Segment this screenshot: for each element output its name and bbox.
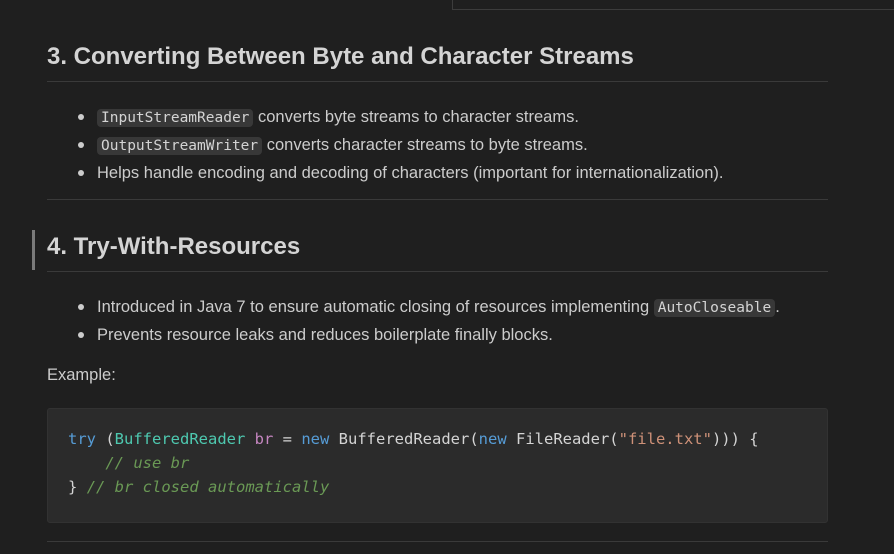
top-panel-edge: [452, 0, 894, 10]
code-keyword: new: [301, 430, 330, 448]
horizontal-rule: [47, 541, 828, 542]
inline-code: InputStreamReader: [97, 109, 254, 127]
bullet-text: converts character streams to byte strea…: [262, 136, 588, 154]
section-heading-converting-streams: 3. Converting Between Byte and Character…: [47, 42, 828, 82]
list-item: Helps handle encoding and decoding of ch…: [47, 159, 847, 187]
bullet-text: Helps handle encoding and decoding of ch…: [97, 164, 724, 182]
code-keyword: new: [478, 430, 507, 448]
code-comment: // use br: [105, 454, 190, 472]
markdown-preview: 3. Converting Between Byte and Character…: [0, 0, 894, 554]
list-item: OutputStreamWriter converts character st…: [47, 131, 847, 159]
bullet-text: converts byte streams to character strea…: [253, 108, 579, 126]
code-string: "file.txt": [618, 430, 712, 448]
bullet-text: Introduced in Java 7 to ensure automatic…: [97, 298, 654, 316]
list-item: InputStreamReader converts byte streams …: [47, 103, 847, 131]
active-line-indicator: [32, 230, 35, 270]
list-item: Prevents resource leaks and reduces boil…: [47, 321, 847, 349]
section-heading-try-with-resources: 4. Try-With-Resources: [47, 232, 828, 272]
code-type: BufferedReader: [114, 430, 246, 448]
example-label: Example:: [47, 366, 116, 384]
bullet-text: Prevents resource leaks and reduces boil…: [97, 326, 553, 344]
code-keyword: try: [68, 430, 96, 448]
code-variable: br: [254, 430, 274, 448]
section4-bullet-list: Introduced in Java 7 to ensure automatic…: [47, 293, 847, 349]
list-item: Introduced in Java 7 to ensure automatic…: [47, 293, 847, 321]
inline-code: AutoCloseable: [653, 299, 776, 317]
bullet-suffix: .: [775, 298, 780, 316]
horizontal-rule: [47, 199, 828, 200]
code-block: try (BufferedReader br = new BufferedRea…: [47, 408, 828, 523]
section3-bullet-list: InputStreamReader converts byte streams …: [47, 103, 847, 187]
code-comment: // br closed automatically: [86, 478, 330, 496]
inline-code: OutputStreamWriter: [97, 137, 263, 155]
